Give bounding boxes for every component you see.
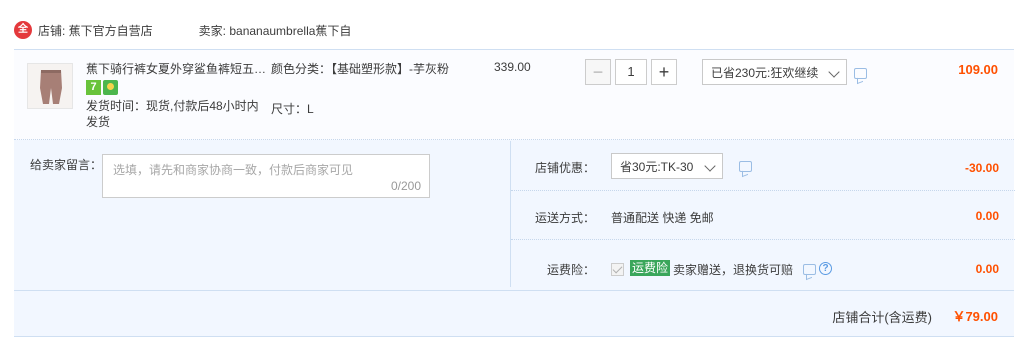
message-char-count: 0/200 (390, 179, 421, 193)
chevron-down-icon (828, 66, 840, 78)
message-label: 给卖家留言： (30, 158, 103, 172)
quantity-increase-button[interactable]: + (651, 59, 677, 85)
shop-total-amount: ￥79.00 (952, 309, 998, 324)
delivery-row: 运送方式： 普通配送 快递 免邮 0.00 (511, 191, 1015, 240)
shop-logo-icon: 全 (14, 21, 32, 39)
product-thumbnail[interactable] (27, 63, 73, 109)
quantity-stepper: − 1 + (585, 59, 677, 85)
shipping-insurance-label: 运费险： (547, 263, 596, 277)
quantity-input[interactable]: 1 (615, 59, 647, 85)
ship-time-text: 发货时间：现货,付款后48小时内发货 (86, 99, 259, 129)
delivery-label: 运送方式： (535, 211, 596, 225)
item-badges: 7 (86, 80, 118, 95)
quality-seal-icon (103, 80, 118, 95)
insurance-tag: 运费险 (630, 260, 671, 276)
shop-discount-label: 店铺优惠： (535, 161, 596, 175)
insurance-checkbox[interactable] (611, 263, 624, 276)
shop-coupon-select[interactable]: 省30元:TK-30 (611, 153, 723, 179)
message-placeholder: 选填，请先和商家协商一致，付款后商家可见 (113, 163, 354, 177)
item-subtotal: 109.00 (958, 62, 998, 77)
shop-header: 全 店铺: 蕉下官方自营店 卖家: bananaumbrella蕉下自 (14, 20, 1014, 40)
insurance-text: 卖家赠送，退换货可赔 (673, 263, 794, 277)
seller-name-link[interactable]: 卖家: bananaumbrella蕉下自 (199, 22, 352, 39)
chevron-down-icon (704, 160, 716, 172)
sku-color-text: 颜色分类：【基础塑形款】-芋灰粉 (271, 62, 449, 76)
shipping-insurance-row: 运费险： 运费险 卖家赠送，退换货可赔 ? 0.00 (511, 240, 1015, 287)
shop-name-link[interactable]: 店铺: 蕉下官方自营店 (38, 22, 153, 39)
chat-icon[interactable] (803, 264, 816, 275)
chat-icon[interactable] (739, 161, 752, 172)
quantity-decrease-button[interactable]: − (585, 59, 611, 85)
item-title-link[interactable]: 蕉下骑行裤女夏外穿鲨鱼裤短五分裤 (86, 60, 268, 77)
delivery-method: 普通配送 快递 免邮 (611, 211, 714, 225)
insurance-amount: 0.00 (975, 262, 999, 276)
shop-coupon-value: 省30元:TK-30 (620, 159, 694, 174)
shop-discount-amount: -30.00 (964, 161, 999, 175)
seven-day-return-icon: 7 (86, 80, 101, 95)
shop-discount-row: 店铺优惠： 省30元:TK-30 -30.00 (511, 141, 1015, 191)
message-textarea[interactable]: 选填，请先和商家协商一致，付款后商家可见 0/200 (102, 154, 430, 198)
order-block: 蕉下骑行裤女夏外穿鲨鱼裤短五分裤 7 发货时间：现货,付款后48小时内发货 颜色… (14, 49, 1015, 337)
promotion-select[interactable]: 已省230元:狂欢继续 (702, 59, 847, 85)
delivery-amount: 0.00 (975, 209, 999, 223)
order-options-panel: 店铺优惠： 省30元:TK-30 -30.00 运送方式： 普通配送 快递 免邮… (510, 141, 1015, 287)
sku-size-text: 尺寸：L (271, 102, 314, 116)
chat-icon[interactable] (854, 68, 867, 79)
help-icon[interactable]: ? (819, 262, 832, 275)
shop-total-label: 店铺合计(含运费) (832, 310, 932, 325)
shop-total-row: 店铺合计(含运费) ￥79.00 (14, 290, 1014, 337)
unit-price: 339.00 (494, 60, 531, 74)
item-row: 蕉下骑行裤女夏外穿鲨鱼裤短五分裤 7 发货时间：现货,付款后48小时内发货 颜色… (14, 50, 1014, 140)
promotion-select-value: 已省230元:狂欢继续 (711, 65, 819, 80)
